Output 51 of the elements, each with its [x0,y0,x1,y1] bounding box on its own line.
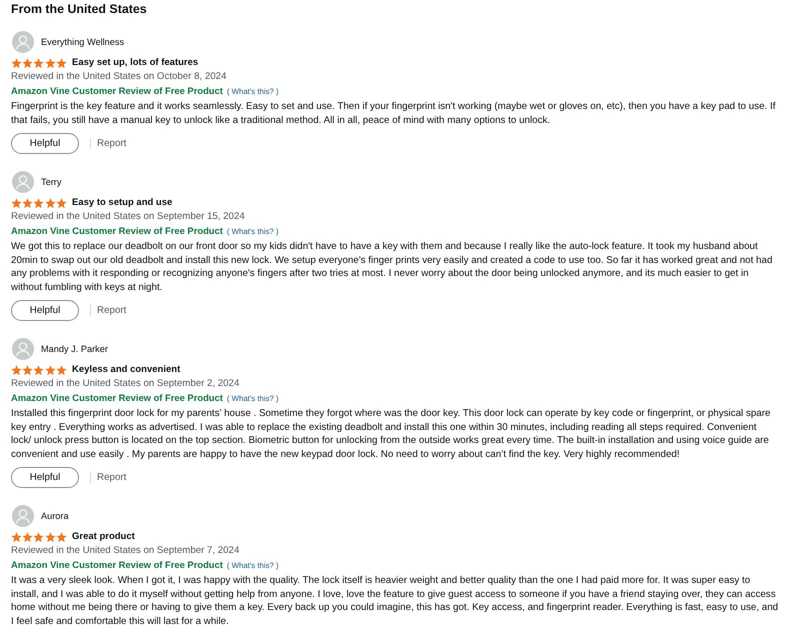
avatar-icon [12,171,34,193]
star-icon [11,532,22,542]
avatar-icon [12,31,34,53]
review-date: Reviewed in the United States on September 15, 2024 [11,210,246,224]
star-icon [44,532,56,542]
star-icon [22,198,34,208]
helpful-button[interactable]: Helpful [11,467,79,488]
star-icon [22,58,34,68]
review-text: Installed this fingerprint door lock for my parents’ house . Sometime they forgot where was the door key. This door lock can operate by key code or fingerprint, or physical spare key entry . Everything works as advertised. I was able to replace the existing deadbolt and install this one within 30 minutes, including reading all steps required. Convenient lock/ unlock press button is located on the top section. Biometric button for unlocking from the outside works great every time. The built-in installation and using voice guide are convenient and use easily . My parents are happy to have the new keypad door lock. No need to worry about can’t find the key. Very highly recommended! [11,407,772,461]
star-icon [11,198,22,208]
report-link[interactable]: Report [97,472,126,483]
avatar-icon [12,505,34,527]
star-icon [33,364,44,376]
star-icon [22,364,34,376]
star-icon [33,58,44,68]
reviewer-name: Aurora [41,510,69,522]
review-date: Reviewed in the United States on October 8, 2024 [11,70,228,84]
review-date: Reviewed in the United States on September 7, 2024 [11,544,240,558]
review-text: Fingerprint is the key feature and it works seamlessly. Easy to set and use. Then if your fingerprint isn't working (maybe wet or gloves on, etc), then you have a key pad to use. If that fails, you still have a manual key to unlock like a traditional method. All in all, peace of mind with many options to unlock. [11,100,776,127]
star-icon [44,364,56,376]
star-icon [44,198,56,208]
vine-review-label: Amazon Vine Customer Review of Free Product [11,84,223,98]
star-icon [33,532,44,542]
reviewer-name: Terry [41,176,62,188]
star-icon [56,58,67,68]
review-text: We got this to replace our deadbolt on our front door so my kids didn't have to have a key with them and because I really like the auto-lock feature. It took my husband about 20min to swap out our old deadbolt and install this new lock. We setup everyone's finger prints very easily and created a code to use too. So far it has worked great and not had any problems with it responding or recognizing anyone's fingers after two tries at most. I never worry about the door being unlocked anymore, and its much easier to get in without fumbling with keys at night. [11,240,774,294]
star-icon [44,58,56,68]
vine-review-label: Amazon Vine Customer Review of Free Product [11,391,223,405]
star-icon [33,198,44,208]
helpful-button[interactable]: Helpful [11,133,79,154]
star-icon [11,58,22,68]
review-title: Keyless and convenient [72,363,180,377]
review-date: Reviewed in the United States on September 2, 2024 [11,377,240,391]
report-link[interactable]: Report [97,138,126,149]
report-link[interactable]: Report [97,305,126,316]
review-title: Easy set up, lots of features [72,56,198,70]
star-icon [56,364,67,376]
star-icon [11,364,22,376]
reviewer-name: Mandy J. Parker [41,343,108,355]
vine-review-label: Amazon Vine Customer Review of Free Product [11,558,223,572]
review-title: Great product [72,530,135,544]
section-heading: From the United States [11,1,148,18]
review-text: It was a very sleek look. When I got it, I was happy with the quality. The lock itself is heavier weight and better quality than the one I had paid more for. It was super easy to install, and I was able to do it myself without getting help from anyone. I love, love the feature to give guest access to someone if you have a friend staying over, they can access home without me being there or having to give them a key. Every back up you could imagine, this has got. Key access, and fingerprint reader. Everything is fast, easy to use, and I feel safe and comfortable this will last for a while. [11,574,779,628]
review-title: Easy to setup and use [72,196,172,210]
star-icon [56,198,67,208]
star-icon [56,532,67,542]
vine-review-label: Amazon Vine Customer Review of Free Product [11,224,223,238]
avatar-icon [12,338,34,360]
reviewer-name: Everything Wellness [41,36,124,48]
star-icon [22,532,34,542]
helpful-button[interactable]: Helpful [11,300,79,321]
